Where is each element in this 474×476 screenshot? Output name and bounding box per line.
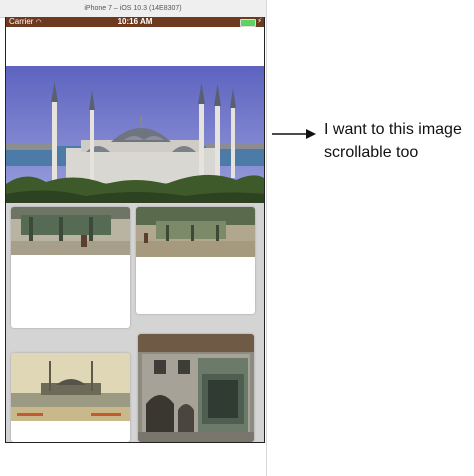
status-time: 10:16 AM	[117, 17, 153, 26]
annotation: I want to this image scrollable too	[272, 118, 472, 178]
charge-icon: ⚡	[257, 18, 262, 25]
photo-card[interactable]	[11, 207, 130, 328]
photo-card[interactable]	[11, 353, 130, 442]
annotation-text-line-1: I want to this image	[324, 121, 462, 138]
app-screen[interactable]: Carrier ◠ 10:16 AM ⚡	[5, 17, 265, 443]
photo-card[interactable]	[136, 207, 255, 314]
simulator-title: iPhone 7 – iOS 10.3 (14E8307)	[0, 0, 266, 18]
battery-icon	[240, 19, 256, 27]
navigation-bar	[6, 27, 264, 65]
annotation-text-line-2: scrollable too	[324, 144, 419, 161]
simulator-window: iPhone 7 – iOS 10.3 (14E8307) Carrier ◠ 1…	[0, 0, 267, 476]
mosque-header-image[interactable]	[6, 66, 264, 203]
photo-card[interactable]	[138, 334, 254, 442]
status-bar: Carrier ◠ 10:16 AM ⚡	[6, 17, 264, 27]
photo-grid	[6, 203, 264, 442]
right-arrow-icon	[272, 129, 316, 139]
